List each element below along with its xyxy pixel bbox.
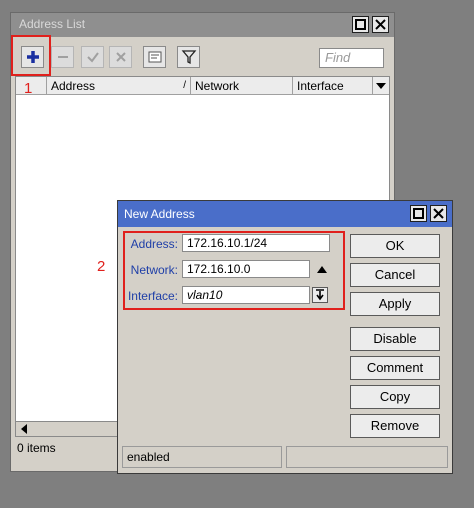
check-icon bbox=[86, 52, 99, 63]
cancel-button[interactable]: Cancel bbox=[350, 263, 440, 287]
note-icon bbox=[148, 51, 161, 63]
items-count: 0 items bbox=[17, 441, 56, 455]
ok-button[interactable]: OK bbox=[350, 234, 440, 258]
column-header-address[interactable]: Address / bbox=[47, 77, 191, 95]
remove-button[interactable]: Remove bbox=[350, 414, 440, 438]
address-list-title: Address List bbox=[19, 17, 86, 31]
column-header-interface[interactable]: Interface bbox=[293, 77, 373, 95]
cross-icon bbox=[115, 52, 126, 62]
enable-button[interactable] bbox=[81, 46, 104, 68]
scroll-left-icon[interactable] bbox=[19, 424, 29, 434]
comment-button[interactable]: Comment bbox=[350, 356, 440, 380]
copy-button[interactable]: Copy bbox=[350, 385, 440, 409]
maximize-icon[interactable] bbox=[352, 16, 369, 33]
table-header: Address / Network Interface bbox=[16, 77, 389, 95]
comment-button[interactable] bbox=[143, 46, 166, 68]
remove-button[interactable] bbox=[51, 46, 74, 68]
new-address-titlebar[interactable]: New Address bbox=[118, 201, 452, 227]
status-field: enabled bbox=[122, 446, 282, 468]
address-list-titlebar[interactable]: Address List bbox=[11, 13, 394, 37]
annotation-number-2: 2 bbox=[97, 258, 106, 275]
new-address-dialog: New Address Address: 172.16.10.1/24 Netw… bbox=[117, 200, 453, 474]
column-menu-icon[interactable] bbox=[373, 77, 389, 95]
column-header-interface-label: Interface bbox=[297, 79, 344, 93]
close-icon[interactable] bbox=[372, 16, 389, 33]
new-address-title: New Address bbox=[124, 207, 195, 221]
column-header-network-label: Network bbox=[195, 79, 240, 93]
close-icon[interactable] bbox=[430, 205, 447, 222]
filter-button[interactable] bbox=[177, 46, 200, 68]
status-field-secondary bbox=[286, 446, 448, 468]
find-input[interactable]: Find bbox=[319, 48, 384, 68]
minus-icon bbox=[57, 56, 68, 58]
disable-button[interactable] bbox=[109, 46, 132, 68]
filter-icon bbox=[181, 50, 196, 65]
disable-button[interactable]: Disable bbox=[350, 327, 440, 351]
annotation-number-1: 1 bbox=[24, 80, 33, 97]
maximize-icon[interactable] bbox=[410, 205, 427, 222]
sort-icon: / bbox=[183, 80, 186, 91]
column-header-address-label: Address bbox=[51, 79, 96, 93]
column-header-network[interactable]: Network bbox=[191, 77, 293, 95]
annotation-box-2 bbox=[123, 231, 345, 310]
annotation-box-1 bbox=[11, 35, 51, 76]
apply-button[interactable]: Apply bbox=[350, 292, 440, 316]
